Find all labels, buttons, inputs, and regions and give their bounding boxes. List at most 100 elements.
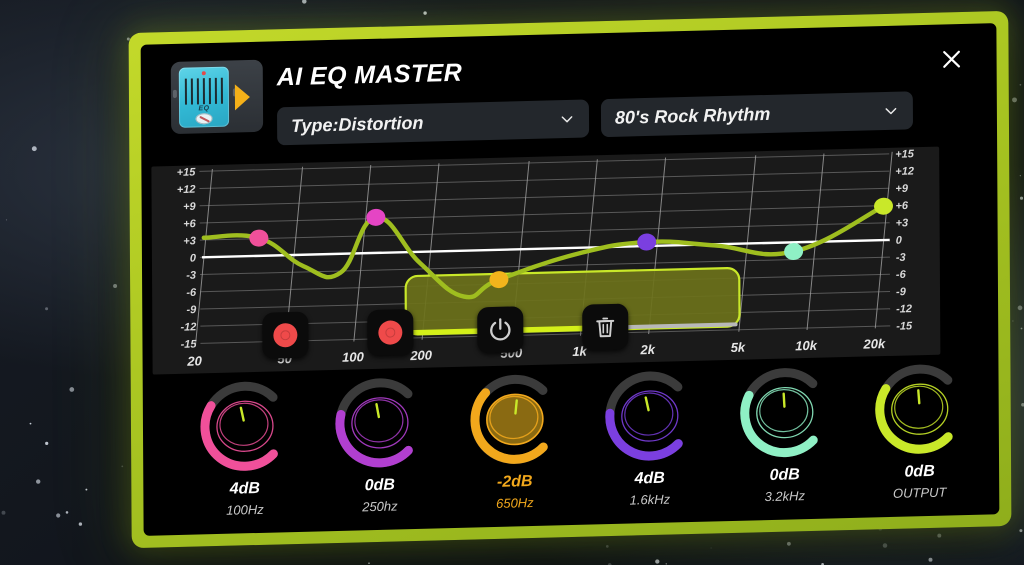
y-axis-tick-right: -12 [896,303,912,315]
knob-body [891,383,947,434]
close-icon [941,48,963,71]
y-axis-tick-right: -3 [896,252,906,264]
knob-250hz-dial [325,375,434,476]
knob-pointer [376,404,378,417]
knob-250hz-cell: 0dB 250hz [312,375,448,528]
y-axis-tick-right: -15 [896,320,913,332]
knob-3-2khz-label: 3.2kHz [765,488,806,504]
y-axis-tick-right: +12 [895,165,914,177]
y-axis-tick-left: +3 [183,235,196,247]
preset-dropdown[interactable]: 80's Rock Rhythm [601,91,913,137]
knob-3-2khz[interactable] [730,365,839,466]
eq-band-node-band-5[interactable] [784,243,803,260]
close-button[interactable] [934,42,968,77]
pedal-led-icon [202,71,206,75]
knob-3-2khz-value: 0dB [769,466,799,485]
knob-1-6khz[interactable] [595,369,704,470]
y-axis-tick-left: +6 [183,218,196,230]
x-axis-tick: 20k [862,336,886,352]
knob-100hz-label: 100Hz [226,502,264,518]
knob-3-2khz-cell: 0dB 3.2kHz [717,365,853,518]
knob-output[interactable] [865,362,974,463]
pedal-jack-left [173,90,177,98]
knob-3-2khz-dial [730,365,839,466]
y-axis-tick-left: -15 [181,338,198,350]
knob-650hz[interactable] [460,372,569,473]
knob-250hz-value: 0dB [365,476,395,495]
knob-pointer [240,408,243,421]
power-icon [487,316,513,343]
knob-body [621,390,677,441]
record-button-left[interactable] [262,312,308,359]
preset-dropdown-value: 80's Rock Rhythm [615,101,883,129]
page-title: AI EQ MASTER [277,59,462,93]
x-axis-tick: 2k [639,342,655,357]
y-axis-tick-left: +12 [177,184,196,196]
knob-output-label: OUTPUT [893,485,947,501]
eq-band-node-band-1[interactable] [249,229,268,246]
knob-1-6khz-cell: 4dB 1.6kHz [582,368,718,521]
knob-output-dial [865,362,974,463]
gridline-horizontal [200,171,890,188]
knob-inner-ring [219,403,267,446]
pedal-footswitch-icon [196,113,213,124]
knob-650hz-value: -2dB [497,473,533,492]
eq-band-node-band-4[interactable] [637,233,656,250]
knob-250hz[interactable] [325,375,434,476]
knob-1-6khz-value: 4dB [635,470,665,489]
knob-1-6khz-dial [595,369,704,470]
gridline-horizontal [200,188,890,205]
pedal-sliders-icon [185,78,223,105]
y-axis-tick-left: +9 [183,201,196,213]
power-button[interactable] [477,306,523,353]
y-axis-tick-left: +15 [177,166,197,178]
eq-graph[interactable]: +15+15+12+12+9+9+6+6+3+300-3-3-6-6-9-9-1… [151,147,940,375]
x-axis-tick: 200 [409,347,433,363]
y-axis-tick-left: -9 [186,304,197,316]
knob-output-cell: 0dBOUTPUT [851,361,987,514]
knob-100hz-value: 4dB [230,480,260,499]
knob-body [351,397,407,448]
knob-250hz-label: 250hz [362,498,398,514]
eq-band-node-band-6[interactable] [874,197,893,214]
plugin-frame: EQ AI EQ MASTER Type:Distortion [129,11,1012,548]
knob-650hz-cell: -2dB650Hz [447,372,583,525]
knob-1-6khz-label: 1.6kHz [630,492,671,508]
record-circle-icon [273,323,297,348]
y-axis-tick-right: 0 [896,235,903,247]
record-button[interactable] [367,309,413,356]
knob-pointer [783,394,784,407]
chevron-down-icon [559,111,575,127]
knob-100hz[interactable] [190,379,299,480]
y-axis-tick-right: +6 [895,200,908,212]
plugin-body: EQ AI EQ MASTER Type:Distortion [141,23,1000,536]
plugin-window: EQ AI EQ MASTER Type:Distortion [129,11,1012,548]
y-axis-tick-left: -12 [180,321,196,333]
knob-pointer [918,390,919,403]
knob-pointer [515,401,516,414]
eq-band-node-band-2[interactable] [366,209,385,226]
knob-body [216,401,272,452]
gridline-horizontal [200,205,890,222]
play-triangle-icon[interactable] [235,84,250,110]
knob-100hz-cell: 4dB 100Hz [177,379,313,532]
knob-value-arc [339,413,408,464]
y-axis-tick-right: -9 [896,286,907,298]
type-dropdown-value: Type:Distortion [291,109,559,137]
y-axis-tick-left: 0 [190,252,197,264]
y-axis-tick-right: +15 [895,148,915,160]
type-dropdown[interactable]: Type:Distortion [277,99,589,145]
knob-inner-ring [624,392,672,435]
record-circle-icon [378,320,402,345]
knob-row: 4dB 100Hz 0dB 250hz -2dB650Hz 4dB 1.6kHz 0dB 3.2… [143,361,1000,533]
gridline-horizontal [200,223,890,240]
y-axis-tick-right: -6 [896,269,907,281]
y-axis-tick-left: -3 [186,270,196,282]
y-axis-tick-right: +9 [895,183,908,195]
knob-100hz-dial [190,379,299,480]
knob-body-active [486,394,542,445]
chevron-down-icon [883,103,899,119]
delete-button[interactable] [582,304,628,351]
pedal-graphic: EQ [179,67,229,128]
header: EQ AI EQ MASTER Type:Distortion [169,42,975,158]
